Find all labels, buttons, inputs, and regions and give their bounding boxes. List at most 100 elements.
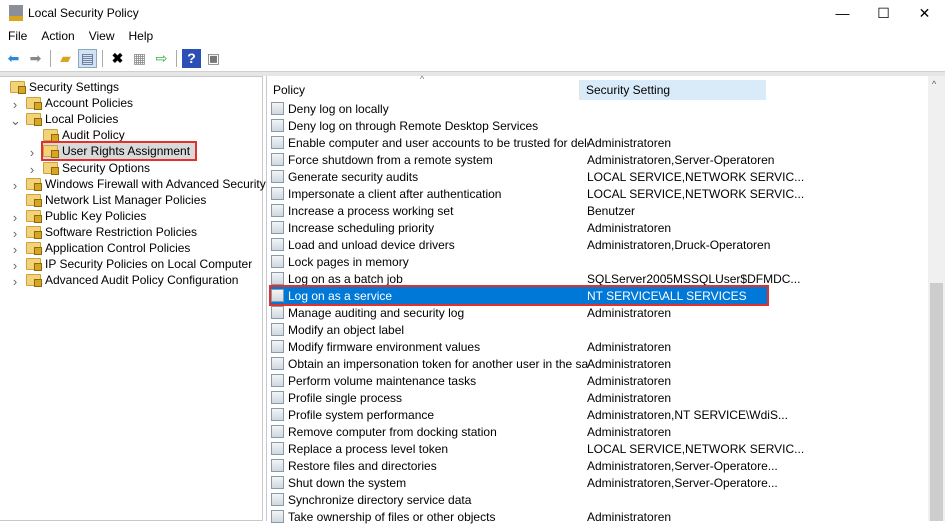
policy-icon	[271, 374, 284, 387]
table-row[interactable]: Profile single process Administratoren	[271, 389, 767, 406]
tree-item[interactable]: Audit Policy	[43, 127, 125, 143]
console-tree-icon[interactable]: ▤	[78, 48, 97, 68]
tree-item[interactable]: Application Control Policies	[26, 240, 190, 256]
forward-arrow-icon[interactable]: ➡	[26, 49, 45, 68]
table-row[interactable]: Remove computer from docking station Admi…	[271, 423, 767, 440]
menu-help[interactable]: Help	[121, 29, 160, 43]
table-row[interactable]: Perform volume maintenance tasks Administ…	[271, 372, 767, 389]
up-folder-icon[interactable]: ▰	[56, 49, 75, 68]
table-row[interactable]: Take ownership of files or other objects…	[271, 508, 767, 525]
toolbar: ⬅ ➡ ▰ ▤ ✖ ▦ ⇨ ? ▣	[0, 47, 945, 69]
scrollbar-thumb[interactable]	[930, 283, 943, 521]
tree-item-label: Local Policies	[45, 112, 119, 127]
chevron-right-icon[interactable]: ›	[27, 162, 37, 177]
policy-name: Take ownership of files or other objects	[288, 509, 496, 524]
table-row[interactable]: Modify an object label	[271, 321, 767, 338]
tree-item-label: Public Key Policies	[45, 208, 147, 223]
chevron-right-icon[interactable]: ›	[10, 242, 20, 257]
chevron-right-icon[interactable]: ›	[27, 145, 37, 160]
vertical-scrollbar[interactable]: ^	[928, 76, 945, 521]
menu-view[interactable]: View	[81, 29, 121, 43]
tree-item[interactable]: Security Options	[43, 160, 150, 176]
scroll-up-icon[interactable]: ^	[932, 79, 936, 89]
policy-icon	[271, 119, 284, 132]
tree-item[interactable]: Advanced Audit Policy Configuration	[26, 272, 238, 288]
security-setting: SQLServer2005MSSQLUser$DFMDC...	[587, 271, 801, 286]
tree-item[interactable]: Security Settings	[10, 79, 119, 95]
table-row[interactable]: Impersonate a client after authenticatio…	[271, 185, 804, 202]
tree-item-label: Application Control Policies	[45, 241, 191, 255]
chevron-right-icon[interactable]: ›	[10, 274, 20, 289]
policy-name: Modify an object label	[288, 322, 405, 337]
table-row[interactable]: Log on as a batch job SQLServer2005MSSQLU…	[271, 270, 800, 287]
column-header-security-setting[interactable]: Security Setting	[580, 80, 766, 100]
table-row[interactable]: Deny log on through Remote Desktop Servi…	[271, 117, 767, 134]
policy-icon	[271, 170, 284, 183]
back-arrow-icon[interactable]: ⬅	[4, 49, 23, 68]
maximize-button[interactable]: ☐	[863, 0, 904, 26]
title-bar: Local Security Policy — ☐ ✕	[0, 0, 945, 26]
table-row[interactable]: Log on as a service NT SERVICE\ALL SERVIC…	[269, 285, 769, 306]
tree-item[interactable]: Local Policies	[26, 111, 118, 127]
menu-file[interactable]: File	[0, 29, 33, 43]
table-row[interactable]: Manage auditing and security log Administ…	[271, 304, 767, 321]
chevron-right-icon[interactable]: ›	[10, 226, 20, 241]
locked-folder-icon	[26, 97, 42, 111]
security-setting: Administratoren	[587, 356, 672, 371]
table-row[interactable]: Synchronize directory service data	[271, 491, 767, 508]
minimize-button[interactable]: —	[822, 0, 863, 26]
security-setting: Administratoren	[587, 390, 672, 405]
help-icon[interactable]: ?	[182, 48, 201, 68]
tree-item[interactable]: Account Policies	[26, 95, 133, 111]
tree-item[interactable]: Network List Manager Policies	[26, 192, 206, 208]
delete-icon[interactable]: ✖	[108, 49, 127, 68]
tree-item-label: Audit Policy	[62, 128, 125, 143]
tree-item[interactable]: Software Restriction Policies	[26, 224, 197, 240]
export-list-icon[interactable]: ⇨	[152, 49, 171, 68]
security-setting: Administratoren	[587, 220, 672, 235]
close-button[interactable]: ✕	[904, 0, 945, 26]
menu-action[interactable]: Action	[33, 29, 80, 43]
table-row[interactable]: Profile system performance Administratore…	[271, 406, 788, 423]
policy-name: Enable computer and user accounts to be …	[288, 135, 588, 150]
chevron-right-icon[interactable]: ›	[10, 97, 20, 112]
chevron-right-icon[interactable]: ›	[10, 210, 20, 225]
tree-item[interactable]: Public Key Policies	[26, 208, 146, 224]
table-row[interactable]: Modify firmware environment values Admini…	[271, 338, 767, 355]
tree-item[interactable]: User Rights Assignment	[40, 141, 198, 162]
table-row[interactable]: Replace a process level token LOCAL SERVI…	[271, 440, 804, 457]
policy-icon	[271, 510, 284, 523]
toolbar-separator	[50, 49, 51, 67]
tree-item-label: User Rights Assignment	[62, 144, 191, 159]
column-header-policy[interactable]: Policy ^	[267, 74, 580, 100]
console-tree: Security Settings › Account Policies ⌄ Local…	[0, 76, 266, 521]
security-setting: NT SERVICE\ALL SERVICES	[587, 288, 747, 303]
table-row[interactable]: Lock pages in memory	[271, 253, 767, 270]
table-row[interactable]: Increase scheduling priority Administrato…	[271, 219, 767, 236]
locked-folder-icon	[26, 113, 42, 127]
properties-icon[interactable]: ▦	[130, 49, 149, 68]
table-row[interactable]: Obtain an impersonation token for anothe…	[271, 355, 767, 372]
table-row[interactable]: Increase a process working set Benutzer	[271, 202, 767, 219]
chevron-right-icon[interactable]: ›	[10, 258, 20, 273]
chevron-down-icon[interactable]: ⌄	[10, 113, 21, 129]
policy-icon	[271, 306, 284, 319]
security-setting: Administratoren	[587, 373, 672, 388]
tree-item-label: Windows Firewall with Advanced Security	[45, 176, 266, 191]
tree-item-label: Advanced Audit Policy Configuration	[45, 273, 239, 288]
table-row[interactable]: Generate security audits LOCAL SERVICE,NE…	[271, 168, 804, 185]
table-row[interactable]: Enable computer and user accounts to be …	[271, 134, 767, 151]
table-row[interactable]: Restore files and directories Administrat…	[271, 457, 778, 474]
window-title: Local Security Policy	[28, 6, 139, 20]
security-setting: Administratoren	[587, 339, 672, 354]
tree-item[interactable]: IP Security Policies on Local Computer	[26, 256, 252, 272]
table-row[interactable]: Shut down the system Administratoren,Serv…	[271, 474, 778, 491]
security-setting: LOCAL SERVICE,NETWORK SERVIC...	[587, 186, 805, 201]
table-row[interactable]: Deny log on locally	[271, 100, 767, 117]
table-row[interactable]: Force shutdown from a remote system Admin…	[271, 151, 774, 168]
action-pane-icon[interactable]: ▣	[204, 49, 223, 68]
tree-item[interactable]: Windows Firewall with Advanced Security	[26, 176, 266, 192]
chevron-right-icon[interactable]: ›	[10, 178, 20, 193]
policy-icon	[271, 340, 284, 353]
table-row[interactable]: Load and unload device drivers Administra…	[271, 236, 770, 253]
